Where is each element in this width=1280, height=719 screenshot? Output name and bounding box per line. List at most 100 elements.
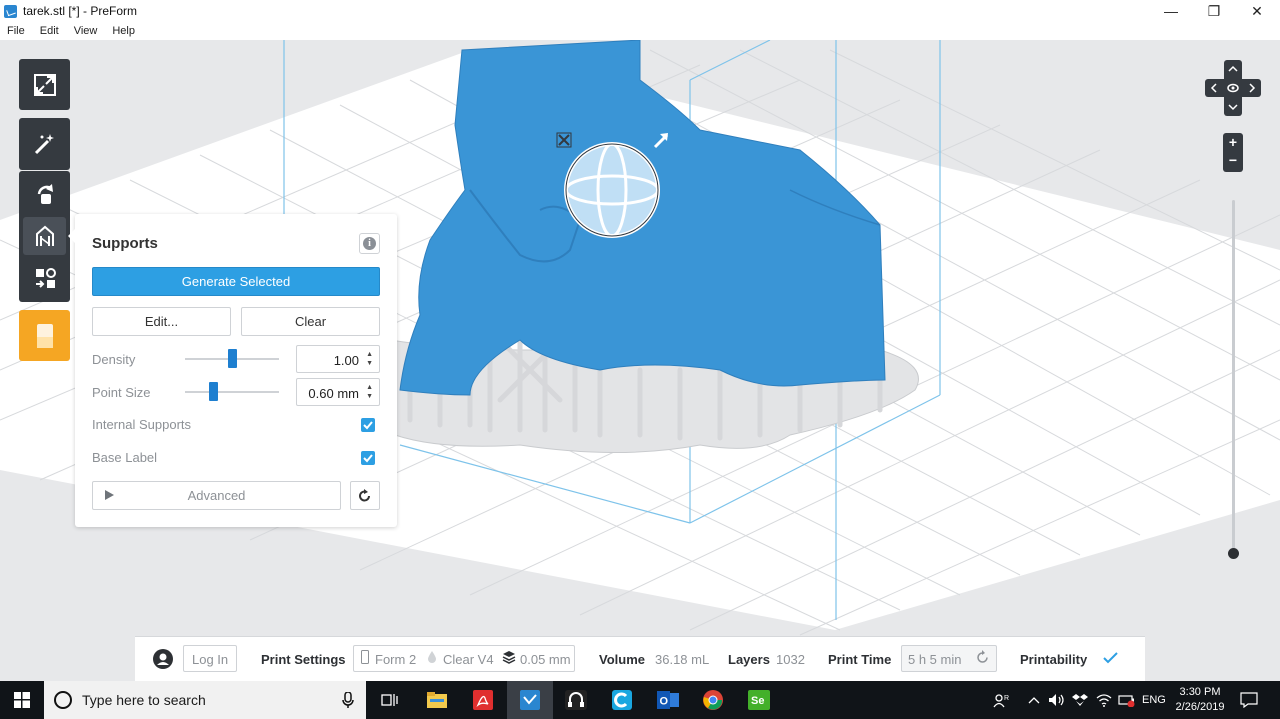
base-label-label: Base Label <box>92 450 158 465</box>
windows-taskbar: Type here to search O Se R ENG 3:30 PM 2… <box>0 681 1280 719</box>
selenium-button[interactable]: Se <box>736 681 782 719</box>
expand-icon <box>33 73 56 96</box>
menu-view[interactable]: View <box>74 25 98 37</box>
printer-name: Form 2 <box>375 652 417 667</box>
orientation-tool-button[interactable] <box>23 175 66 213</box>
layout-icon <box>35 268 56 288</box>
microphone-icon[interactable] <box>342 692 354 709</box>
3d-viewport[interactable]: Supports i Generate Selected Edit... Cle… <box>0 40 1280 681</box>
close-button[interactable]: ✕ <box>1234 0 1280 22</box>
chrome-icon <box>703 690 723 710</box>
zoom-in-button[interactable]: + <box>1223 133 1243 151</box>
edit-button[interactable]: Edit... <box>92 307 231 336</box>
preform-taskbar-button[interactable] <box>507 681 553 719</box>
clock[interactable]: 3:30 PM 2/26/2019 <box>1168 685 1232 715</box>
menu-file[interactable]: File <box>7 25 25 37</box>
start-button[interactable] <box>0 681 44 719</box>
cortana-icon <box>54 691 72 709</box>
print-time-value: 5 h 5 min <box>908 652 962 667</box>
resin-drop-icon <box>427 650 437 667</box>
battery-icon[interactable] <box>1118 681 1136 719</box>
layer-height: 0.05 mm <box>520 652 571 667</box>
camera-nav-pad[interactable] <box>1205 60 1261 116</box>
checkmark-icon <box>1103 651 1118 667</box>
reset-button[interactable] <box>350 481 380 510</box>
advanced-toggle[interactable]: Advanced <box>92 481 341 510</box>
file-explorer-button[interactable] <box>414 681 460 719</box>
expand-view-button[interactable] <box>19 59 70 110</box>
volume-label: Volume <box>599 652 645 667</box>
point-size-slider-thumb[interactable] <box>208 382 218 401</box>
layers-stack-icon <box>502 650 516 667</box>
preform-icon <box>520 690 540 710</box>
refresh-icon[interactable] <box>975 650 990 668</box>
printer-icon <box>361 650 369 667</box>
check-icon <box>363 421 373 430</box>
cortana-app-button[interactable] <box>599 681 645 719</box>
print-button[interactable] <box>19 310 70 361</box>
maximize-button[interactable]: ❐ <box>1191 0 1237 22</box>
chrome-button[interactable] <box>690 681 736 719</box>
zoom-control: + − <box>1223 133 1243 172</box>
point-size-input[interactable]: 0.60 mm ▲ ▼ <box>296 378 380 406</box>
zoom-out-button[interactable]: − <box>1223 151 1243 169</box>
point-size-slider[interactable] <box>185 391 279 393</box>
play-arrow-icon <box>105 490 114 500</box>
point-size-label: Point Size <box>92 385 151 400</box>
menu-help[interactable]: Help <box>112 25 135 37</box>
volume-icon[interactable] <box>1048 681 1066 719</box>
title-bar: tarek.stl [*] - PreForm — ❐ ✕ <box>0 0 1280 22</box>
search-placeholder: Type here to search <box>82 692 206 708</box>
base-label-checkbox[interactable] <box>361 451 375 465</box>
user-icon <box>153 649 173 669</box>
one-click-print-button[interactable] <box>19 118 70 170</box>
people-icon[interactable]: R <box>992 681 1010 719</box>
clock-date: 2/26/2019 <box>1175 701 1225 713</box>
task-view-button[interactable] <box>367 681 413 719</box>
reset-icon <box>359 488 370 501</box>
minimize-button[interactable]: — <box>1148 0 1194 22</box>
notifications-icon[interactable] <box>1240 681 1258 719</box>
svg-text:O: O <box>660 696 669 708</box>
density-slider-thumb[interactable] <box>227 349 237 368</box>
language-indicator[interactable]: ENG <box>1142 681 1166 719</box>
orient-icon <box>37 184 53 204</box>
spinner-icon[interactable]: ▲ ▼ <box>366 383 373 401</box>
zoom-slider[interactable] <box>1232 200 1235 552</box>
check-icon <box>363 454 373 463</box>
status-bar: Log In Print Settings Form 2 Clear V4 0.… <box>135 636 1145 681</box>
cortana-app-icon <box>612 690 632 710</box>
layout-tool-button[interactable] <box>23 259 66 297</box>
clock-time: 3:30 PM <box>1179 686 1221 698</box>
outlook-button[interactable]: O <box>645 681 691 719</box>
acrobat-button[interactable] <box>460 681 506 719</box>
supports-tool-button[interactable] <box>23 217 66 255</box>
zoom-slider-knob[interactable] <box>1228 548 1239 559</box>
generate-selected-button[interactable]: Generate Selected <box>92 267 380 296</box>
rotation-gizmo[interactable] <box>564 142 660 238</box>
density-label: Density <box>92 352 136 367</box>
info-button[interactable]: i <box>359 233 380 254</box>
clear-button[interactable]: Clear <box>241 307 380 336</box>
print-settings-label: Print Settings <box>261 652 346 667</box>
menu-edit[interactable]: Edit <box>40 25 59 37</box>
app-button[interactable] <box>553 681 599 719</box>
spinner-icon[interactable]: ▲ ▼ <box>366 350 373 368</box>
app-icon <box>565 690 587 710</box>
info-icon: i <box>363 237 376 250</box>
show-hidden-icons[interactable] <box>1028 681 1040 719</box>
internal-supports-checkbox[interactable] <box>361 418 375 432</box>
preform-app-icon <box>4 4 17 18</box>
wifi-icon[interactable] <box>1096 681 1112 719</box>
acrobat-icon <box>473 690 493 710</box>
svg-text:Se: Se <box>751 695 764 707</box>
density-input[interactable]: 1.00 ▲ ▼ <box>296 345 380 373</box>
task-view-icon <box>381 694 398 706</box>
dropbox-icon[interactable] <box>1072 681 1088 719</box>
print-time-label: Print Time <box>828 652 892 667</box>
print-icon <box>36 323 53 348</box>
login-label: Log In <box>192 652 229 667</box>
tool-group <box>19 171 70 302</box>
taskbar-search[interactable]: Type here to search <box>44 681 366 719</box>
supports-panel: Supports i Generate Selected Edit... Cle… <box>68 214 397 527</box>
